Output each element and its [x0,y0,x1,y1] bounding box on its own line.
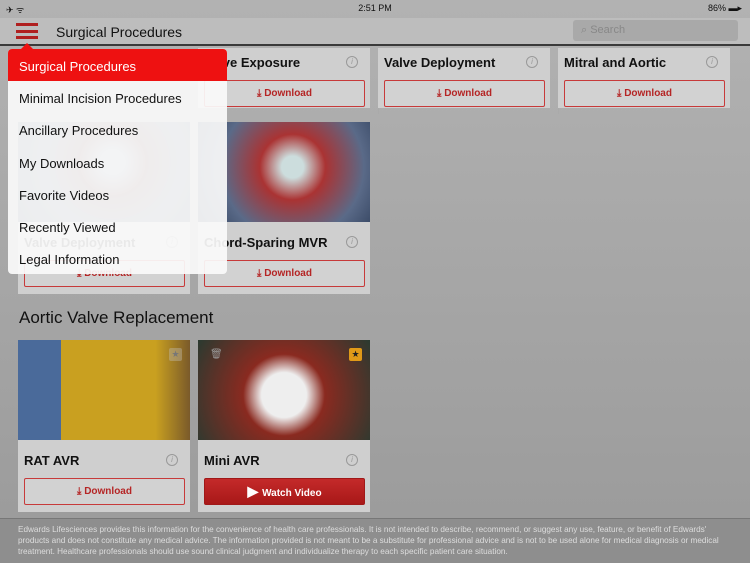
download-button[interactable]: ⤓ Download [204,260,365,287]
download-label: Download [84,486,132,497]
card-title: Valve Deployment [384,55,496,70]
watch-video-button[interactable]: ▶ Watch Video [204,478,365,505]
download-button[interactable]: ⤓ Download [384,80,545,107]
procedure-card: ★ 🗑 Mini AVR i ▶ Watch Video [198,340,370,512]
search-input[interactable]: ⌕ Search [573,20,738,41]
disclaimer: Edwards Lifesciences provides this infor… [0,518,750,563]
info-icon[interactable]: i [346,236,358,248]
card-title: RAT AVR [24,453,80,468]
info-icon[interactable]: i [346,454,358,466]
download-button[interactable]: ⤓ Download [24,478,185,505]
menu-item-my-downloads[interactable]: My Downloads [8,146,227,178]
search-placeholder: Search [590,24,626,36]
info-icon[interactable]: i [346,56,358,68]
download-button[interactable]: ⤓ Download [204,80,365,107]
procedure-card: Valve Deployment i ⤓ Download [378,48,550,108]
info-icon[interactable]: i [526,56,538,68]
hamburger-menu-icon[interactable] [16,23,38,39]
page-title: Surgical Procedures [56,24,183,40]
procedure-card: ★ RAT AVR i ⤓ Download [18,340,190,512]
menu-item-favorite-videos[interactable]: Favorite Videos [8,178,227,210]
menu-item-ancillary-procedures[interactable]: Ancillary Procedures [8,113,227,145]
download-label: Download [264,88,312,99]
download-label: Download [264,268,312,279]
procedure-card: Mitral and Aortic i ⤓ Download [558,48,730,108]
clock: 2:51 PM [358,3,392,13]
video-thumbnail[interactable]: ★ [18,340,190,440]
play-icon: ▶ [247,483,263,499]
watch-video-label: Watch Video [262,488,322,499]
favorite-star-icon[interactable]: ★ [349,348,362,361]
video-thumbnail[interactable]: ★ 🗑 [198,340,370,440]
status-bar: ✈ ᯤ 2:51 PM 86% ▬▸ [0,0,750,18]
download-button[interactable]: ⤓ Download [564,80,725,107]
section-title: Aortic Valve Replacement [19,308,214,327]
menu-item-minimal-incision-procedures[interactable]: Minimal Incision Procedures [8,81,227,113]
trash-icon[interactable]: 🗑 [210,349,223,360]
nav-bar: Surgical Procedures ⌕ Search [0,18,750,46]
info-icon[interactable]: i [706,56,718,68]
battery-indicator: 86% ▬▸ [707,3,742,13]
menu-item-recently-viewed[interactable]: Recently Viewed [8,210,227,242]
card-title: Mini AVR [204,453,260,468]
download-label: Download [624,88,672,99]
card-title: Mitral and Aortic [564,55,667,70]
menu-item-surgical-procedures[interactable]: Surgical Procedures [8,49,227,82]
favorite-star-icon[interactable]: ★ [169,348,182,361]
menu-item-legal-information[interactable]: Legal Information [8,242,227,274]
download-label: Download [444,88,492,99]
dropdown-menu: Surgical Procedures Minimal Incision Proc… [8,49,227,274]
info-icon[interactable]: i [166,454,178,466]
